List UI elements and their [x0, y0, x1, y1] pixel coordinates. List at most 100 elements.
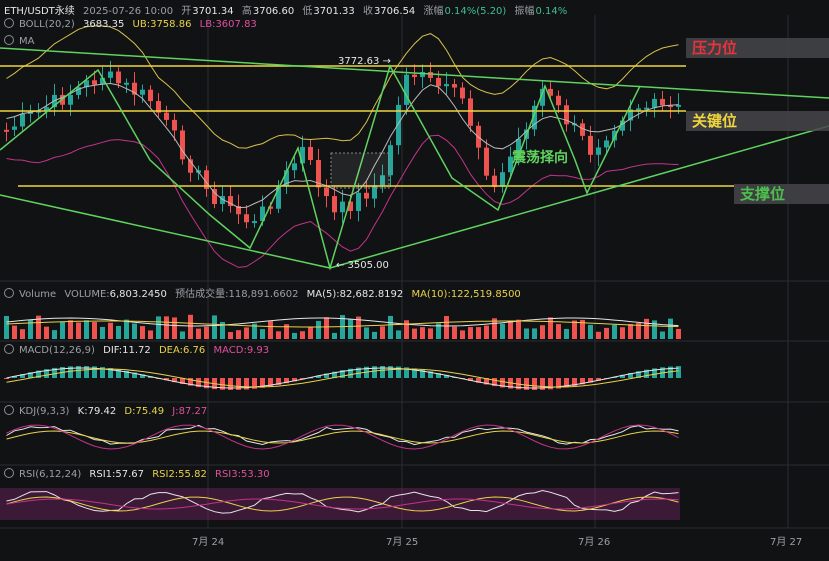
volume-bar — [44, 326, 49, 339]
boll-name: BOLL(20,2) — [19, 19, 75, 30]
volume-bar — [92, 322, 97, 339]
volume-bar — [60, 321, 65, 339]
volume-bar — [332, 332, 337, 339]
volume-bar — [668, 318, 673, 339]
candle-body — [116, 71, 121, 84]
boll-legend[interactable]: BOLL(20,2) 3683.35 UB:3758.86 LB:3607.83 — [4, 18, 262, 30]
eye-icon[interactable] — [4, 35, 14, 45]
volume-bar — [20, 329, 25, 339]
volume-bar — [132, 323, 137, 339]
volume-bar — [68, 320, 73, 339]
candle-body — [468, 98, 473, 126]
volume-bar — [84, 320, 89, 339]
candle-body — [140, 89, 145, 95]
volume-bar — [476, 327, 481, 339]
candle-body — [588, 135, 593, 155]
volume-bar — [620, 327, 625, 339]
rsi-3: RSI3:53.30 — [215, 469, 270, 480]
eye-icon[interactable] — [4, 405, 14, 415]
candle-body — [652, 98, 657, 108]
candle-body — [292, 163, 297, 171]
ma-legend[interactable]: MA — [4, 35, 39, 47]
volume-bar — [596, 331, 601, 339]
volume-bar — [300, 331, 305, 339]
macd-bar — [4, 378, 9, 379]
macd-dea: DEA:6.76 — [158, 345, 206, 356]
high-value: 3706.60 — [252, 6, 295, 17]
volume-bar — [612, 324, 617, 339]
candle-body — [124, 82, 129, 85]
volume-bar — [548, 317, 553, 339]
candle-body — [596, 147, 601, 155]
macd-dif: DIF:11.72 — [103, 345, 151, 356]
volume-bar — [100, 326, 105, 339]
volume-bar — [164, 316, 169, 339]
candle-body — [172, 119, 177, 131]
volume-bar — [524, 328, 529, 339]
volume-bar — [532, 328, 537, 339]
volume-bar — [420, 327, 425, 339]
volume-bar — [228, 332, 233, 339]
volume-bar — [180, 331, 185, 339]
volume-bar — [644, 318, 649, 339]
candle-body — [444, 84, 449, 87]
kdj-k: K:79.42 — [77, 406, 117, 417]
ohlc-header: ETH/USDT永续 2025-07-26 10:00 开3701.34 高37… — [4, 2, 572, 17]
candle-body — [4, 129, 9, 132]
candle-body — [164, 112, 169, 120]
open-value: 3701.34 — [192, 6, 234, 17]
volume-bar — [212, 315, 217, 339]
volume-bar — [588, 324, 593, 339]
volume-bar — [236, 330, 241, 339]
volume-bar — [540, 325, 545, 339]
eye-icon[interactable] — [4, 344, 14, 354]
volume-ma10: MA(10):122,519.8500 — [411, 289, 521, 300]
date-label: 7月 25 — [386, 537, 419, 548]
volume-bar — [276, 331, 281, 339]
volume-bar — [428, 328, 433, 339]
low-label: 低 — [302, 6, 313, 17]
rsi-2: RSI2:55.82 — [152, 469, 207, 480]
volume-bar — [348, 319, 353, 339]
est-volume-value: 118,891.6602 — [228, 289, 299, 300]
volume-bar — [516, 319, 521, 339]
consolidation-box — [330, 152, 390, 189]
date-label: 7月 24 — [192, 537, 225, 548]
eye-icon[interactable] — [4, 288, 14, 298]
volume-bar — [484, 325, 489, 339]
eye-icon[interactable] — [4, 18, 14, 28]
kdj-j: J:87.27 — [172, 406, 208, 417]
symbol[interactable]: ETH/USDT永续 — [4, 6, 75, 17]
ma-name: MA — [19, 36, 35, 47]
eye-icon[interactable] — [4, 468, 14, 478]
volume-bar — [676, 328, 681, 339]
volume-legend[interactable]: Volume VOLUME:6,803.2450 预估成交量:118,891.6… — [4, 285, 526, 300]
volume-bar — [108, 322, 113, 339]
candle-body — [492, 175, 497, 187]
candle-body — [428, 72, 433, 78]
boll-lb: 3607.83 — [215, 19, 257, 30]
boll-ub: 3758.86 — [150, 19, 192, 30]
volume-bar — [500, 323, 505, 339]
kdj-name: KDJ(9,3,3) — [19, 406, 70, 417]
rsi-legend[interactable]: RSI(6,12,24) RSI1:57.67 RSI2:55.82 RSI3:… — [4, 468, 275, 480]
candle-body — [340, 201, 345, 213]
change-value: 0.14%(5.20) — [444, 6, 507, 17]
datetime: 2025-07-26 10:00 — [82, 6, 174, 17]
boll-mid: 3683.35 — [82, 19, 125, 30]
kdj-k-line — [6, 424, 679, 446]
kdj-legend[interactable]: KDJ(9,3,3) K:79.42 D:75.49 J:87.27 — [4, 405, 212, 417]
low-value: 3701.33 — [313, 6, 355, 17]
volume-bar — [372, 331, 377, 339]
volume-bar — [652, 320, 657, 339]
volume-bar — [556, 324, 561, 339]
volume-bar — [12, 325, 17, 339]
candle-body — [148, 89, 153, 102]
macd-legend[interactable]: MACD(12,26,9) DIF:11.72 DEA:6.76 MACD:9.… — [4, 344, 274, 356]
rsi-name: RSI(6,12,24) — [19, 469, 82, 480]
candle-body — [92, 80, 97, 85]
volume-label: VOLUME: — [64, 289, 110, 300]
kdj-d-line — [6, 430, 679, 444]
volume-bar — [388, 315, 393, 339]
close-value: 3706.54 — [373, 6, 416, 17]
